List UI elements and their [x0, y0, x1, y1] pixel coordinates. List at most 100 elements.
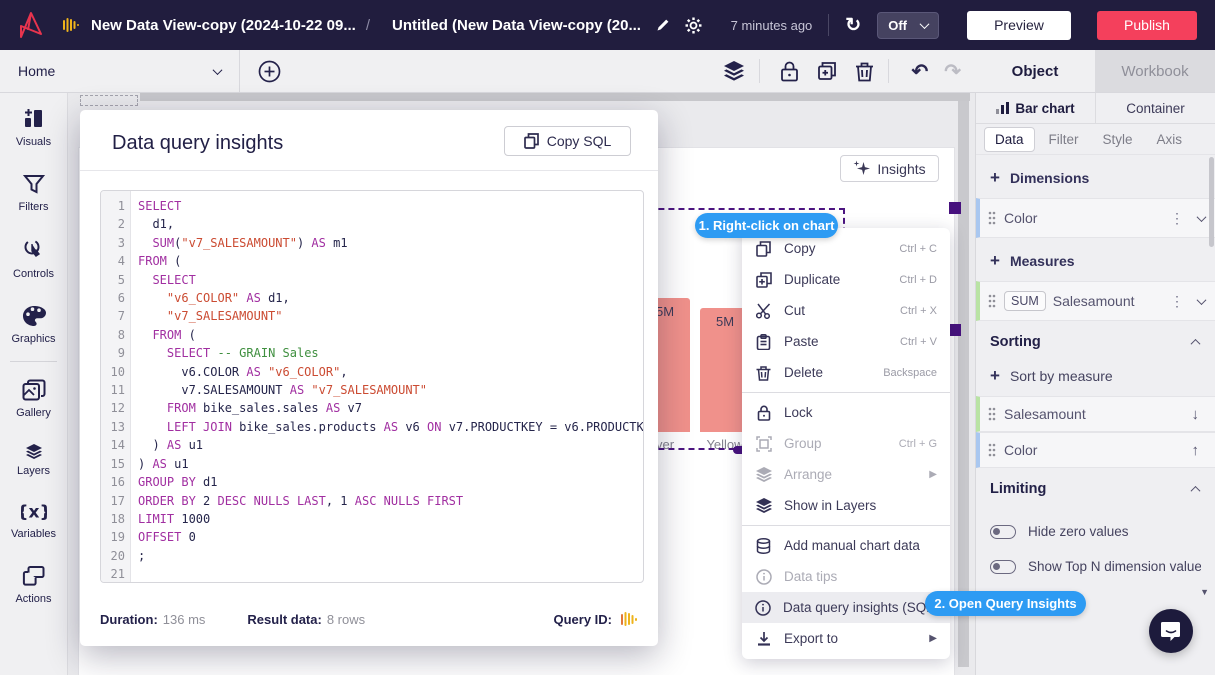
drag-handle-icon[interactable]	[988, 407, 996, 421]
sort-row-salesamount[interactable]: Salesamount↓	[976, 396, 1215, 432]
chevron-down-icon[interactable]	[1197, 295, 1207, 305]
menu-item-paste[interactable]: PasteCtrl + V	[742, 326, 950, 357]
sort-by-measure-button[interactable]: + Sort by measure	[976, 361, 1215, 396]
redo-button[interactable]: ↷	[944, 59, 961, 84]
aggregation-chip[interactable]: SUM	[1004, 291, 1046, 311]
sort-direction-down-icon[interactable]: ↓	[1192, 406, 1200, 423]
drag-handle-icon[interactable]	[988, 294, 996, 308]
sorting-section-header[interactable]: Sorting	[976, 321, 1215, 361]
copy-sql-button[interactable]: Copy SQL	[504, 126, 631, 156]
subtab-bar-chart[interactable]: Bar chart	[976, 93, 1095, 123]
sidebar-divider	[10, 361, 57, 362]
edit-pencil-icon[interactable]	[655, 17, 671, 33]
settings-tab-data[interactable]: Data	[984, 127, 1035, 152]
subtab-container[interactable]: Container	[1095, 93, 1215, 123]
publish-button[interactable]: Publish	[1097, 11, 1197, 40]
menu-item-data-tips[interactable]: Data tips	[742, 561, 950, 592]
hide-zero-values-toggle-row[interactable]: Hide zero values	[976, 514, 1215, 549]
settings-tab-filter[interactable]: Filter	[1039, 128, 1089, 151]
measure-field-salesamount[interactable]: SUM Salesamount ⋮	[976, 281, 1215, 321]
database-icon	[755, 538, 772, 554]
dimension-field-color[interactable]: Color ⋮	[976, 198, 1215, 238]
sidebar-item-variables[interactable]: {x}Variables	[0, 489, 67, 552]
refresh-icon[interactable]: ↻	[845, 14, 861, 37]
kebab-menu-icon[interactable]: ⋮	[1170, 293, 1184, 310]
line-number: 16	[101, 473, 130, 491]
sort-direction-up-icon[interactable]: ↑	[1192, 442, 1200, 459]
show-top-n-toggle-row[interactable]: Show Top N dimension values	[976, 549, 1215, 584]
vertical-scrollbar[interactable]	[958, 101, 969, 667]
layers-toolbar-icon[interactable]	[723, 61, 745, 81]
delete-toolbar-icon[interactable]	[855, 61, 874, 82]
menu-item-data-query-insights-sql[interactable]: Data query insights (SQL)	[742, 592, 950, 623]
plus-icon: +	[990, 252, 1000, 269]
selection-handle-top-right[interactable]	[949, 202, 961, 214]
chevron-down-icon[interactable]	[1197, 212, 1207, 222]
submenu-arrow-icon: ▶	[929, 633, 937, 644]
properties-panel: Bar chart Container DataFilterStyleAxis …	[975, 93, 1215, 675]
menu-shortcut: Ctrl + X	[900, 305, 937, 317]
sql-line: FROM (	[138, 252, 643, 270]
cut-icon	[755, 303, 772, 319]
menu-item-add-manual-chart-data[interactable]: Add manual chart data	[742, 530, 950, 561]
page-selector-dropdown[interactable]: Home	[0, 50, 240, 92]
add-item-button[interactable]	[258, 60, 281, 83]
drag-handle-icon[interactable]	[988, 443, 996, 457]
add-measure-button[interactable]: + Measures	[976, 238, 1215, 281]
panel-scroll-down-icon[interactable]: ▼	[1200, 587, 1209, 597]
limiting-section-header[interactable]: Limiting	[976, 468, 1215, 508]
menu-item-delete[interactable]: DeleteBackspace	[742, 357, 950, 388]
breadcrumb-dataset[interactable]: New Data View-copy (2024-10-22 09...	[91, 17, 356, 34]
sidebar-item-actions[interactable]: Actions	[0, 552, 67, 617]
sql-line: ) AS u1	[138, 436, 643, 454]
line-number: 13	[101, 418, 130, 436]
sidebar-item-filters[interactable]: Filters	[0, 160, 67, 225]
context-menu: CopyCtrl + CDuplicateCtrl + DCutCtrl + X…	[742, 228, 950, 659]
line-number: 4	[101, 252, 130, 270]
sql-line: ;	[138, 547, 643, 565]
sidebar-item-visuals[interactable]: Visuals	[0, 93, 67, 160]
menu-item-show-in-layers[interactable]: Show in Layers	[742, 490, 950, 521]
help-chat-button[interactable]	[1149, 609, 1193, 653]
panel-scrollbar[interactable]	[1209, 157, 1214, 247]
menu-item-export-to[interactable]: Export to▶	[742, 623, 950, 654]
menu-item-cut[interactable]: CutCtrl + X	[742, 295, 950, 326]
menu-shortcut: Ctrl + V	[900, 336, 937, 348]
menu-item-lock[interactable]: Lock	[742, 397, 950, 428]
sidebar-item-controls[interactable]: Controls	[0, 225, 67, 292]
settings-tab-axis[interactable]: Axis	[1147, 128, 1193, 151]
settings-gear-icon[interactable]	[685, 17, 702, 34]
sidebar-item-layers[interactable]: Layers	[0, 431, 67, 489]
undo-button[interactable]: ↶	[911, 59, 928, 84]
autosave-dropdown[interactable]: Off	[877, 12, 939, 39]
line-number: 15	[101, 455, 130, 473]
duplicate-icon	[755, 272, 772, 288]
duplicate-toolbar-icon[interactable]	[817, 61, 837, 81]
lock-toolbar-icon[interactable]	[780, 61, 799, 82]
drag-handle-icon[interactable]	[988, 211, 996, 225]
add-dimension-button[interactable]: + Dimensions	[976, 155, 1215, 198]
insights-button[interactable]: Insights	[840, 155, 939, 182]
preview-button[interactable]: Preview	[967, 11, 1071, 40]
menu-item-group[interactable]: GroupCtrl + G	[742, 428, 950, 459]
modal-footer: Duration: 136 ms Result data: 8 rows Que…	[100, 608, 638, 630]
menu-item-duplicate[interactable]: DuplicateCtrl + D	[742, 264, 950, 295]
modal-divider	[80, 170, 658, 171]
settings-tab-style[interactable]: Style	[1093, 128, 1143, 151]
sort-row-color[interactable]: Color↑	[976, 432, 1215, 468]
kebab-menu-icon[interactable]: ⋮	[1170, 210, 1184, 227]
horizontal-scrollbar[interactable]	[140, 93, 970, 101]
tab-object[interactable]: Object	[975, 50, 1095, 92]
sidebar-item-gallery[interactable]: Gallery	[0, 366, 67, 431]
selection-handle-right[interactable]	[949, 324, 961, 336]
breadcrumb-view-title[interactable]: Untitled (New Data View-copy (20...	[392, 17, 641, 34]
duration-label: Duration:	[100, 612, 158, 627]
tab-workbook[interactable]: Workbook	[1095, 50, 1215, 92]
graphics-icon	[22, 305, 46, 327]
sql-line: d1,	[138, 215, 643, 233]
plus-icon: +	[990, 367, 1000, 384]
sidebar-item-graphics[interactable]: Graphics	[0, 292, 67, 357]
menu-item-arrange[interactable]: Arrange▶	[742, 459, 950, 490]
toggle-off-icon[interactable]	[990, 525, 1016, 539]
toggle-off-icon[interactable]	[990, 560, 1016, 574]
